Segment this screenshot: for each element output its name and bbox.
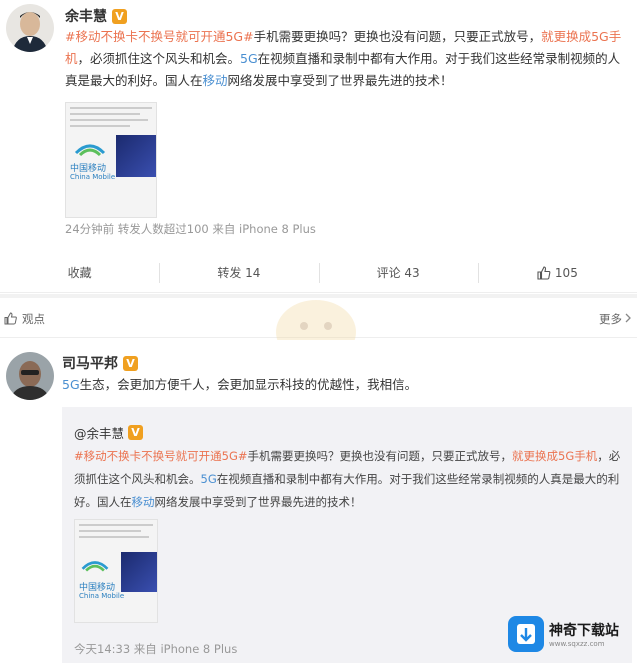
avatar[interactable] xyxy=(6,4,54,52)
author-name-text[interactable]: 余丰慧 xyxy=(65,6,107,26)
text-segment: 网络发展中享受到了世界最先进的技术！ xyxy=(227,73,453,88)
thumb-brand-en: China Mobile xyxy=(79,592,125,600)
hashtag-link[interactable]: #移动不换卡不换号就可开通5G# xyxy=(74,449,248,463)
author-name[interactable]: 司马平邦 V xyxy=(62,353,138,373)
thumb-brand-en: China Mobile xyxy=(70,173,116,181)
repost-button[interactable]: 转发 14 xyxy=(159,253,318,292)
verified-badge-icon: V xyxy=(123,355,138,371)
site-name: 神奇下载站 xyxy=(549,623,619,639)
keyword-link[interactable]: 移动 xyxy=(132,495,155,509)
post-text: #移动不换卡不换号就可开通5G#手机需要更换吗？更换也没有问题，只要正式放号，就… xyxy=(65,26,627,92)
author-name[interactable]: 余丰慧 V xyxy=(65,6,127,26)
post-image-thumbnail[interactable]: 中国移动 China Mobile xyxy=(65,102,157,218)
like-count: 105 xyxy=(554,265,578,280)
like-button[interactable]: 105 xyxy=(477,253,637,292)
keyword-link[interactable]: 5G xyxy=(62,377,80,392)
text-segment: 生态，会更加方便千人，会更加显示科技的优越性，我相信。 xyxy=(79,377,418,392)
more-link[interactable]: 更多 xyxy=(599,311,622,327)
text-segment: ，必须抓住这个风头和机会。 xyxy=(77,51,241,66)
text-segment: 网络发展中享受到了世界最先进的技术！ xyxy=(154,495,362,509)
viewpoint-label: 观点 xyxy=(22,312,45,326)
chevron-right-icon xyxy=(625,313,631,323)
avatar[interactable] xyxy=(6,352,54,400)
text-segment: 手机需要更换吗？更换也没有问题，只要正式放号， xyxy=(247,449,513,463)
thumbs-up-outline-icon xyxy=(4,312,17,325)
keyword-link[interactable]: 5G xyxy=(240,51,258,66)
post-card-1: 余丰慧 V #移动不换卡不换号就可开通5G#手机需要更换吗？更换也没有问题，只要… xyxy=(0,0,637,298)
comment-button[interactable]: 评论 43 xyxy=(318,253,478,292)
author-name-text[interactable]: 司马平邦 xyxy=(62,353,118,373)
download-site-logo-icon xyxy=(508,616,544,652)
china-mobile-logo-icon xyxy=(74,144,106,157)
quoted-author-text[interactable]: @余丰慧 xyxy=(74,423,124,442)
verified-badge-icon: V xyxy=(128,425,144,440)
site-url: www.sqxzz.com xyxy=(549,640,605,648)
thumb-screen-image xyxy=(116,135,156,177)
repost-label: 转发 14 xyxy=(217,266,261,280)
quoted-meta: 今天14:33 来自 iPhone 8 Plus xyxy=(74,642,238,656)
thumbs-up-icon xyxy=(537,265,551,280)
keyword-link[interactable]: 5G xyxy=(201,472,217,486)
china-mobile-logo-icon xyxy=(81,561,109,572)
site-watermark: 神奇下载站 www.sqxzz.com xyxy=(507,613,629,655)
verified-badge-icon: V xyxy=(112,8,127,24)
hashtag-link[interactable]: #移动不换卡不换号就可开通5G# xyxy=(65,29,254,44)
favorite-button[interactable]: 收藏 xyxy=(0,253,159,292)
text-segment: 手机需要更换吗？更换也没有问题，只要正式放号， xyxy=(253,29,542,44)
post-text: 5G生态，会更加方便千人，会更加显示科技的优越性，我相信。 xyxy=(62,374,622,396)
thumb-screen-image xyxy=(121,552,157,592)
quoted-author[interactable]: @余丰慧 V xyxy=(74,423,144,442)
action-bar: 收藏 转发 14 评论 43 105 xyxy=(0,253,637,293)
hashtag-link[interactable]: 就更换成5G手机 xyxy=(512,449,597,463)
keyword-link[interactable]: 移动 xyxy=(203,73,228,88)
quoted-image-thumbnail[interactable]: 中国移动 China Mobile xyxy=(74,519,158,623)
favorite-label: 收藏 xyxy=(67,266,92,280)
quoted-text: #移动不换卡不换号就可开通5G#手机需要更换吗？更换也没有问题，只要正式放号，就… xyxy=(74,445,622,514)
comment-label: 评论 43 xyxy=(376,266,420,280)
post-meta: 24分钟前 转发人数超过100 来自 iPhone 8 Plus xyxy=(65,222,316,236)
